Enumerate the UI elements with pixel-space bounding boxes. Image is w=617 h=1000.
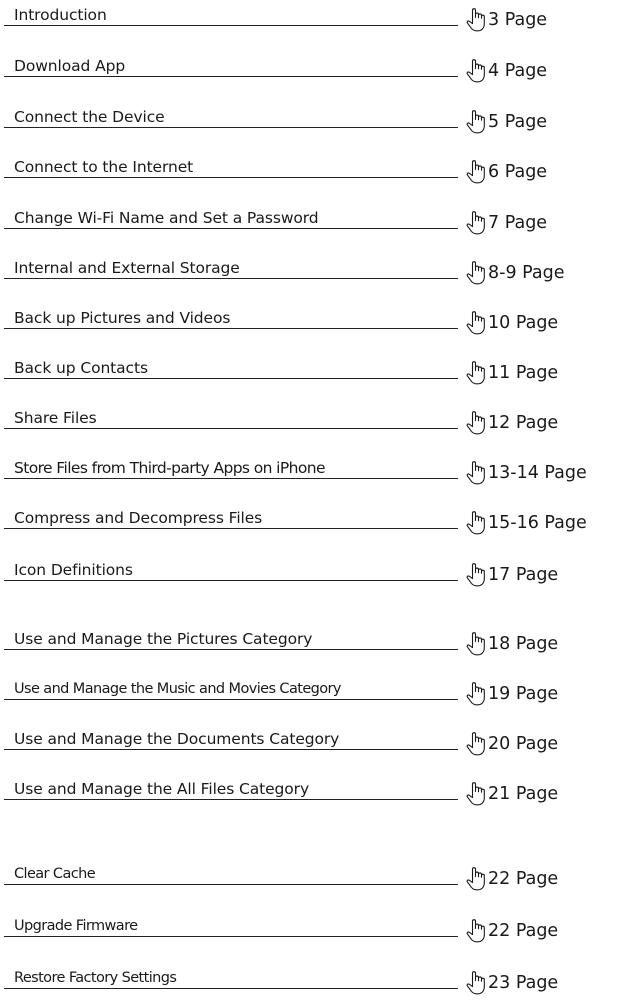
toc-page-number: 15-16 Page — [488, 513, 587, 533]
toc-page-number: 21 Page — [488, 784, 559, 804]
toc-page-number: 4 Page — [488, 61, 548, 81]
toc-item-title[interactable]: Upgrade Firmware — [14, 917, 138, 935]
toc-page-number: 5 Page — [488, 112, 548, 132]
toc-item-documents-category[interactable]: Use and Manage the Documents Category 20… — [0, 727, 617, 757]
pointing-hand-icon — [466, 971, 485, 995]
toc-item-music-movies-category[interactable]: Use and Manage the Music and Movies Cate… — [0, 677, 617, 707]
toc-item-title[interactable]: Back up Contacts — [14, 359, 148, 377]
pointing-hand-icon — [466, 919, 485, 943]
toc-item-title[interactable]: Use and Manage the Pictures Category — [14, 630, 312, 648]
toc-page-number: 20 Page — [488, 734, 559, 754]
toc-leader-line — [4, 378, 458, 379]
toc-item-pictures-category[interactable]: Use and Manage the Pictures Category 18 … — [0, 627, 617, 657]
pointing-hand-icon — [466, 261, 485, 285]
toc-item-introduction[interactable]: Introduction 3 Page — [0, 3, 617, 33]
pointing-hand-icon — [466, 211, 485, 235]
toc-leader-line — [4, 278, 458, 279]
toc-leader-line — [4, 749, 458, 750]
toc-page-number: 12 Page — [488, 413, 559, 433]
toc-item-title[interactable]: Download App — [14, 57, 125, 75]
toc-item-restore-factory[interactable]: Restore Factory Settings 23 Page — [0, 966, 617, 996]
pointing-hand-icon — [466, 782, 485, 806]
toc-item-title[interactable]: Connect to the Internet — [14, 158, 193, 176]
toc-item-title[interactable]: Introduction — [14, 6, 107, 24]
toc-page-number: 19 Page — [488, 684, 559, 704]
toc-leader-line — [4, 580, 458, 581]
pointing-hand-icon — [466, 160, 485, 184]
toc-item-title[interactable]: Restore Factory Settings — [14, 969, 177, 987]
toc-item-title[interactable]: Compress and Decompress Files — [14, 509, 262, 527]
toc-item-title[interactable]: Connect the Device — [14, 108, 165, 126]
toc-item-backup-contacts[interactable]: Back up Contacts 11 Page — [0, 356, 617, 386]
pointing-hand-icon — [466, 110, 485, 134]
toc-leader-line — [4, 228, 458, 229]
pointing-hand-icon — [466, 563, 485, 587]
toc-page-number: 18 Page — [488, 634, 559, 654]
toc-leader-line — [4, 25, 458, 26]
pointing-hand-icon — [466, 411, 485, 435]
toc-item-upgrade-firmware[interactable]: Upgrade Firmware 22 Page — [0, 914, 617, 944]
toc-page-number: 6 Page — [488, 162, 548, 182]
toc-page-number: 13-14 Page — [488, 463, 587, 483]
pointing-hand-icon — [466, 682, 485, 706]
toc-item-title[interactable]: Internal and External Storage — [14, 259, 240, 277]
toc-leader-line — [4, 428, 458, 429]
toc-item-storage[interactable]: Internal and External Storage 8-9 Page — [0, 256, 617, 286]
toc-leader-line — [4, 988, 458, 989]
toc-leader-line — [4, 799, 458, 800]
toc-item-title[interactable]: Share Files — [14, 409, 97, 427]
toc-leader-line — [4, 478, 458, 479]
toc-leader-line — [4, 127, 458, 128]
toc-item-title[interactable]: Back up Pictures and Videos — [14, 309, 230, 327]
toc-item-title[interactable]: Clear Cache — [14, 865, 96, 883]
pointing-hand-icon — [466, 461, 485, 485]
toc-page-number: 3 Page — [488, 10, 548, 30]
toc-page-number: 10 Page — [488, 313, 559, 333]
toc-page-number: 17 Page — [488, 565, 559, 585]
pointing-hand-icon — [466, 632, 485, 656]
toc-item-clear-cache[interactable]: Clear Cache 22 Page — [0, 862, 617, 892]
toc-leader-line — [4, 884, 458, 885]
pointing-hand-icon — [466, 8, 485, 32]
toc-page-number: 7 Page — [488, 213, 548, 233]
toc-page-number: 11 Page — [488, 363, 559, 383]
toc-item-backup-pictures[interactable]: Back up Pictures and Videos 10 Page — [0, 306, 617, 336]
toc-item-title[interactable]: Icon Definitions — [14, 561, 133, 579]
toc-leader-line — [4, 76, 458, 77]
pointing-hand-icon — [466, 867, 485, 891]
toc-item-all-files-category[interactable]: Use and Manage the All Files Category 21… — [0, 777, 617, 807]
pointing-hand-icon — [466, 59, 485, 83]
toc-item-change-wifi-name[interactable]: Change Wi-Fi Name and Set a Password 7 P… — [0, 206, 617, 236]
pointing-hand-icon — [466, 311, 485, 335]
toc-page-number: 22 Page — [488, 921, 559, 941]
toc-leader-line — [4, 936, 458, 937]
toc-item-share-files[interactable]: Share Files 12 Page — [0, 406, 617, 436]
toc-item-third-party-apps[interactable]: Store Files from Third-party Apps on iPh… — [0, 456, 617, 486]
toc-page-number: 8-9 Page — [488, 263, 565, 283]
toc-item-title[interactable]: Use and Manage the Documents Category — [14, 730, 339, 748]
pointing-hand-icon — [466, 511, 485, 535]
toc-item-title[interactable]: Use and Manage the Music and Movies Cate… — [14, 680, 341, 698]
toc-item-connect-device[interactable]: Connect the Device 5 Page — [0, 105, 617, 135]
pointing-hand-icon — [466, 361, 485, 385]
toc-page-number: 23 Page — [488, 973, 559, 993]
toc-leader-line — [4, 528, 458, 529]
toc-item-compress-files[interactable]: Compress and Decompress Files 15-16 Page — [0, 506, 617, 536]
toc-leader-line — [4, 177, 458, 178]
toc-item-connect-internet[interactable]: Connect to the Internet 6 Page — [0, 155, 617, 185]
toc-leader-line — [4, 328, 458, 329]
toc-item-icon-definitions[interactable]: Icon Definitions 17 Page — [0, 558, 617, 588]
toc-item-download-app[interactable]: Download App 4 Page — [0, 54, 617, 84]
toc-page-number: 22 Page — [488, 869, 559, 889]
pointing-hand-icon — [466, 732, 485, 756]
toc-leader-line — [4, 699, 458, 700]
toc-item-title[interactable]: Use and Manage the All Files Category — [14, 780, 309, 798]
toc-item-title[interactable]: Change Wi-Fi Name and Set a Password — [14, 209, 319, 227]
toc-item-title[interactable]: Store Files from Third-party Apps on iPh… — [14, 459, 325, 477]
toc-leader-line — [4, 649, 458, 650]
